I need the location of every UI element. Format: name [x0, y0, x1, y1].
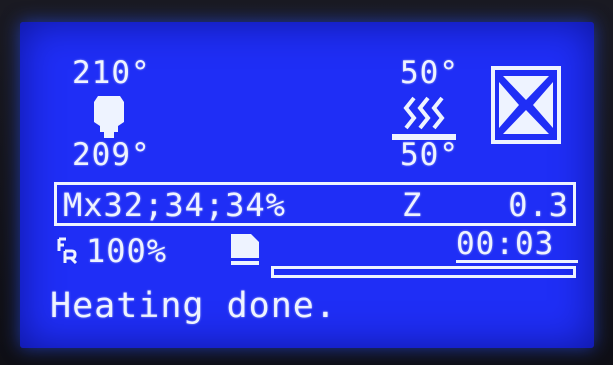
fan-icon: [491, 66, 561, 144]
nozzle-target-temp: 210°: [72, 55, 151, 91]
elapsed-time: 00:03: [456, 226, 555, 262]
position-status-bar: Mx32;34;34% Z 0.3: [54, 182, 576, 226]
bed-target-temp: 50°: [400, 55, 459, 91]
feedrate-value: 100%: [86, 232, 168, 270]
z-axis-label: Z: [402, 186, 423, 224]
bed-current-temp: 50°: [400, 137, 459, 173]
z-axis-value: 0.3: [508, 186, 569, 224]
elapsed-time-underline: [456, 260, 578, 263]
nozzle-current-temp: 209°: [72, 137, 151, 173]
lcd-screen: 210° 209° 50° 50° Mx32;34;34% Z 0.3 100%…: [20, 22, 594, 348]
fan-blades-icon: [499, 76, 553, 134]
print-progress-bar: [271, 266, 576, 278]
position-readout: Mx32;34;34%: [63, 186, 286, 224]
feedrate-icon: [57, 237, 78, 265]
sd-card-icon: [231, 234, 259, 265]
status-message: Heating done.: [50, 286, 337, 326]
hotend-icon: [94, 96, 124, 138]
